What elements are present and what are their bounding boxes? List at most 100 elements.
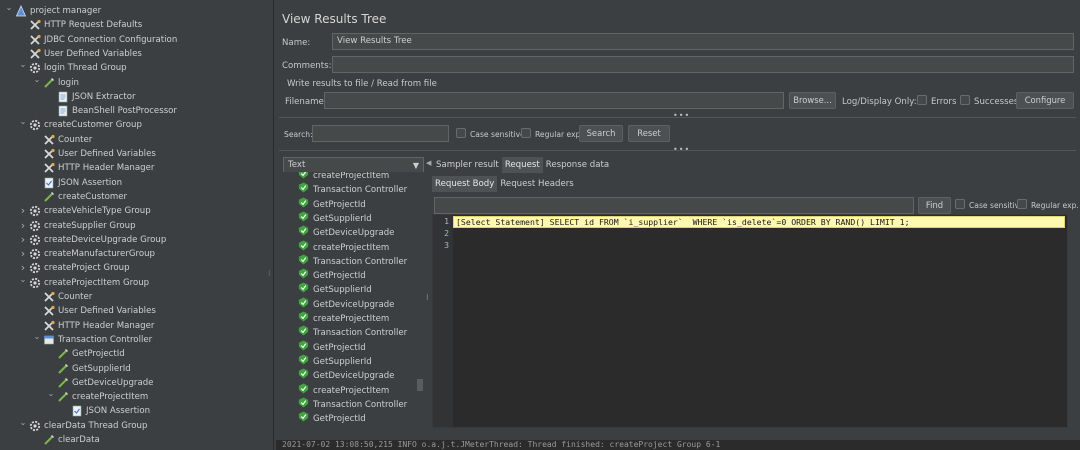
chevron-right-icon[interactable]: › xyxy=(18,247,28,261)
tree-node[interactable]: User Defined Variables xyxy=(32,147,156,161)
sampler-list-item[interactable]: GetProjectId xyxy=(298,268,366,283)
tree-node[interactable]: › createSupplier Group xyxy=(18,219,136,233)
tab-request-body[interactable]: Request Body xyxy=(432,176,498,192)
sampler-list-item[interactable]: GetDeviceUpgrade xyxy=(298,368,394,383)
collapse-left-icon[interactable]: ◀ xyxy=(426,159,431,167)
tab-response-data[interactable]: Response data xyxy=(543,157,612,173)
comments-field[interactable] xyxy=(332,56,1074,73)
sampler-list-item[interactable]: Transaction Controller xyxy=(298,397,408,412)
tree-node[interactable]: clearData xyxy=(32,433,100,447)
tree-node[interactable]: GetSupplierId xyxy=(46,362,131,376)
chevron-down-icon[interactable]: ⌄ xyxy=(18,61,28,75)
search-input[interactable] xyxy=(312,125,449,142)
sampler-list-item[interactable]: GetSupplierId xyxy=(298,354,372,369)
tree-node[interactable]: JSON Extractor xyxy=(46,90,135,104)
sampler-result-list[interactable]: createProjectItem Transaction Controller G… xyxy=(283,172,428,428)
tree-node[interactable]: GetProjectId xyxy=(46,347,125,361)
sampler-list-item[interactable]: Transaction Controller xyxy=(298,325,407,340)
find-regular-exp-checkbox[interactable] xyxy=(1017,199,1027,209)
configure-button[interactable]: Configure xyxy=(1016,92,1074,109)
chevron-right-icon[interactable]: › xyxy=(18,204,28,218)
sampler-list-item[interactable]: createProjectItem xyxy=(298,239,389,255)
sampler-list-item[interactable]: GetSupplierId xyxy=(298,211,372,226)
chevron-down-icon[interactable]: ⌄ xyxy=(32,75,42,90)
tree-node[interactable]: ⌄ clearData Thread Group xyxy=(18,418,147,433)
sampler-list-item[interactable]: GetSupplierId xyxy=(298,282,372,297)
inner-splitter-grip-icon[interactable]: ⁝ xyxy=(426,294,430,302)
editor-line-1[interactable]: [Select Statement] SELECT id FROM `i_sup… xyxy=(453,216,1065,228)
tree-node[interactable]: JSON Assertion xyxy=(60,404,150,418)
tree-node[interactable]: ⌄ createProjectItem xyxy=(46,390,149,404)
tree-node[interactable]: HTTP Request Defaults xyxy=(18,18,142,32)
chevron-down-icon[interactable]: ⌄ xyxy=(18,275,28,290)
tree-node[interactable]: ⌄ createProjectItem Group xyxy=(18,275,150,290)
tree-node[interactable]: › createVehicleType Group xyxy=(18,204,151,218)
tree-node[interactable]: Counter xyxy=(32,290,92,304)
tree-node[interactable]: ⌄ login Thread Group xyxy=(18,61,127,75)
tree-node[interactable]: User Defined Variables xyxy=(18,47,142,61)
tree-node[interactable]: JSON Assertion xyxy=(32,176,122,190)
panel-splitter[interactable]: ⁝ xyxy=(266,0,274,450)
tree-node[interactable]: HTTP Header Manager xyxy=(32,161,154,175)
splitter-grip-icon[interactable]: ⁝ xyxy=(268,270,271,278)
tree-node[interactable]: ⌄ Transaction Controller xyxy=(32,332,153,347)
tree-node[interactable]: GetDeviceUpgrade xyxy=(46,376,153,390)
splitter-dots-icon[interactable]: ••• xyxy=(673,145,690,154)
sampler-list-item[interactable]: createProjectItem xyxy=(298,311,389,326)
find-case-sensitive-checkbox[interactable] xyxy=(955,199,965,209)
tab-sampler-result[interactable]: Sampler result xyxy=(433,157,502,173)
splitter-dots-icon[interactable]: ••• xyxy=(673,111,690,120)
chevron-down-icon[interactable]: ⌄ xyxy=(18,118,28,132)
tree-node[interactable]: ⌄ login xyxy=(32,75,79,90)
sampler-list-item[interactable]: createProjectItem xyxy=(298,172,389,183)
chevron-right-icon[interactable]: › xyxy=(18,233,28,247)
tree-node[interactable]: › createProject Group xyxy=(18,261,130,275)
sampler-list-item[interactable]: GetProjectId xyxy=(298,197,366,212)
reset-button[interactable]: Reset xyxy=(628,125,670,142)
browse-button[interactable]: Browse... xyxy=(789,92,836,109)
request-body-editor[interactable]: 1 2 3 [Select Statement] SELECT id FROM … xyxy=(432,214,1068,428)
chevron-down-icon[interactable]: ⌄ xyxy=(32,332,42,347)
sampler-list-item[interactable]: GetProjectId xyxy=(298,340,366,355)
regular-exp-label: Regular exp. xyxy=(535,130,583,139)
chevron-right-icon[interactable]: › xyxy=(18,261,28,275)
name-field[interactable]: View Results Tree xyxy=(332,33,1074,50)
http-sampler-icon xyxy=(56,347,70,361)
sampler-name: Transaction Controller xyxy=(313,399,408,410)
tree-node[interactable]: BeanShell PostProcessor xyxy=(46,104,177,118)
tree-node[interactable]: › createManufacturerGroup xyxy=(18,247,155,261)
test-plan-tree[interactable]: ⌄ project manager HTTP Request Defaults JDB… xyxy=(0,0,266,450)
tree-node[interactable]: ⌄ createCustomer Group xyxy=(18,118,142,132)
scrollbar-thumb[interactable] xyxy=(417,379,423,391)
sampler-list-item[interactable]: GetDeviceUpgrade xyxy=(298,297,394,312)
tab-request-headers[interactable]: Request Headers xyxy=(497,176,576,192)
tree-node[interactable]: HTTP Header Manager xyxy=(32,319,154,333)
sampler-list-scrollbar[interactable] xyxy=(416,172,424,428)
tree-node[interactable]: › createDeviceUpgrade Group xyxy=(18,233,167,247)
chevron-down-icon[interactable]: ⌄ xyxy=(4,4,14,18)
regular-exp-checkbox[interactable] xyxy=(521,128,531,138)
find-input[interactable] xyxy=(434,197,914,214)
sampler-list-item[interactable]: Transaction Controller xyxy=(298,182,407,197)
sampler-list-item[interactable]: GetProjectId xyxy=(298,411,366,426)
tree-node[interactable]: JDBC Connection Configuration xyxy=(18,33,177,47)
tree-node[interactable]: Counter xyxy=(32,133,92,147)
errors-checkbox[interactable] xyxy=(917,95,927,105)
sampler-list-item[interactable]: Transaction Controller xyxy=(298,254,407,269)
successes-checkbox[interactable] xyxy=(960,95,970,105)
tree-node[interactable]: User Defined Variables xyxy=(32,304,156,318)
find-button[interactable]: Find xyxy=(918,197,951,214)
tab-request[interactable]: Request xyxy=(501,157,543,173)
chevron-down-icon[interactable]: ⌄ xyxy=(18,418,28,433)
filename-field[interactable] xyxy=(324,92,784,109)
chevron-down-icon[interactable]: ⌄ xyxy=(46,390,56,404)
tree-node[interactable]: ⌄ project manager xyxy=(4,4,101,18)
sampler-list-item[interactable]: GetDeviceUpgrade xyxy=(298,225,394,240)
case-sensitive-checkbox[interactable] xyxy=(456,128,466,138)
tree-node-label: createProjectItem Group xyxy=(44,277,150,288)
sampler-list-item[interactable]: createProjectItem xyxy=(298,382,389,398)
search-button[interactable]: Search xyxy=(579,125,623,142)
tree-node[interactable]: createCustomer xyxy=(32,190,127,204)
chevron-right-icon[interactable]: › xyxy=(18,219,28,233)
